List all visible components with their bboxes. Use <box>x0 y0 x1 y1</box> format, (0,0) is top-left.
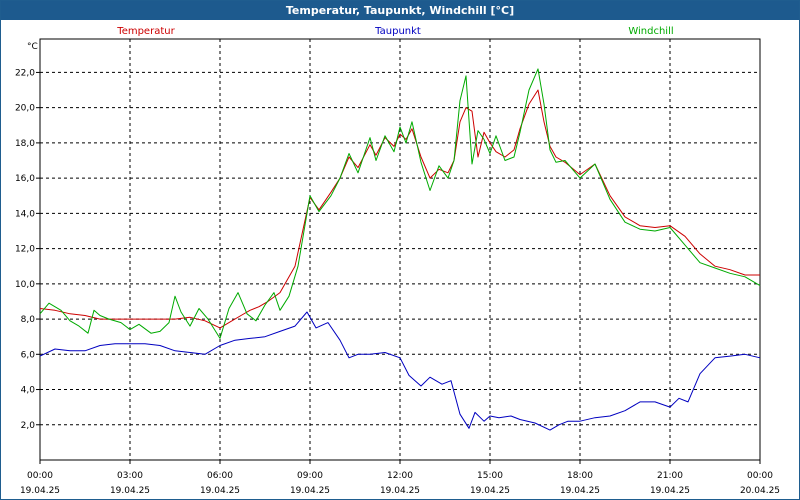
x-tick-time-label: 00:00 <box>27 471 53 481</box>
x-tick-time-label: 12:00 <box>387 471 413 481</box>
x-tick-date-label: 19.04.25 <box>560 486 600 496</box>
axes <box>36 38 761 464</box>
x-tick-time-label: 09:00 <box>297 471 323 481</box>
chart-window: Temperatur, Taupunkt, Windchill [°C] °C 2… <box>0 0 800 500</box>
x-tick-time-label: 03:00 <box>117 471 143 481</box>
x-tick-date-label: 19.04.25 <box>380 486 420 496</box>
x-tick-date-label: 19.04.25 <box>110 486 150 496</box>
y-tick-label: 14,0 <box>15 209 35 219</box>
y-tick-label: 8,0 <box>21 315 36 325</box>
x-tick-time-label: 18:00 <box>567 471 593 481</box>
y-tick-label: 16,0 <box>15 174 35 184</box>
grid-lines <box>40 39 760 460</box>
y-tick-label: 12,0 <box>15 245 35 255</box>
x-tick-date-label: 20.04.25 <box>740 486 780 496</box>
line-chart: °C 2,0 4,0 6,0 8,0 10,0 12,0 14,0 16,0 18,0 20,0 22… <box>15 26 780 496</box>
legend-item-windchill: Windchill <box>628 26 673 37</box>
x-tick-date-label: 19.04.25 <box>20 486 60 496</box>
x-tick-time-label: 00:00 <box>747 471 773 481</box>
y-tick-label: 10,0 <box>15 280 35 290</box>
y-axis-unit-label: °C <box>27 42 38 52</box>
x-tick-time-label: 21:00 <box>657 471 683 481</box>
y-tick-label: 6,0 <box>21 350 36 360</box>
y-tick-label: 18,0 <box>15 139 35 149</box>
x-tick-time-label: 15:00 <box>477 471 503 481</box>
x-tick-date-label: 19.04.25 <box>200 486 240 496</box>
y-tick-label: 20,0 <box>15 104 35 114</box>
x-tick-date-label: 19.04.25 <box>290 486 330 496</box>
x-tick-date-label: 19.04.25 <box>470 486 510 496</box>
y-tick-label: 2,0 <box>21 421 36 431</box>
legend-item-temperatur: Temperatur <box>116 26 175 37</box>
x-tick-date-label: 19.04.25 <box>650 486 690 496</box>
y-tick-label: 22,0 <box>15 68 35 78</box>
legend: Temperatur Taupunkt Windchill <box>116 26 673 37</box>
legend-item-taupunkt: Taupunkt <box>374 26 421 37</box>
y-tick-label: 4,0 <box>21 386 36 396</box>
x-tick-time-label: 06:00 <box>207 471 233 481</box>
